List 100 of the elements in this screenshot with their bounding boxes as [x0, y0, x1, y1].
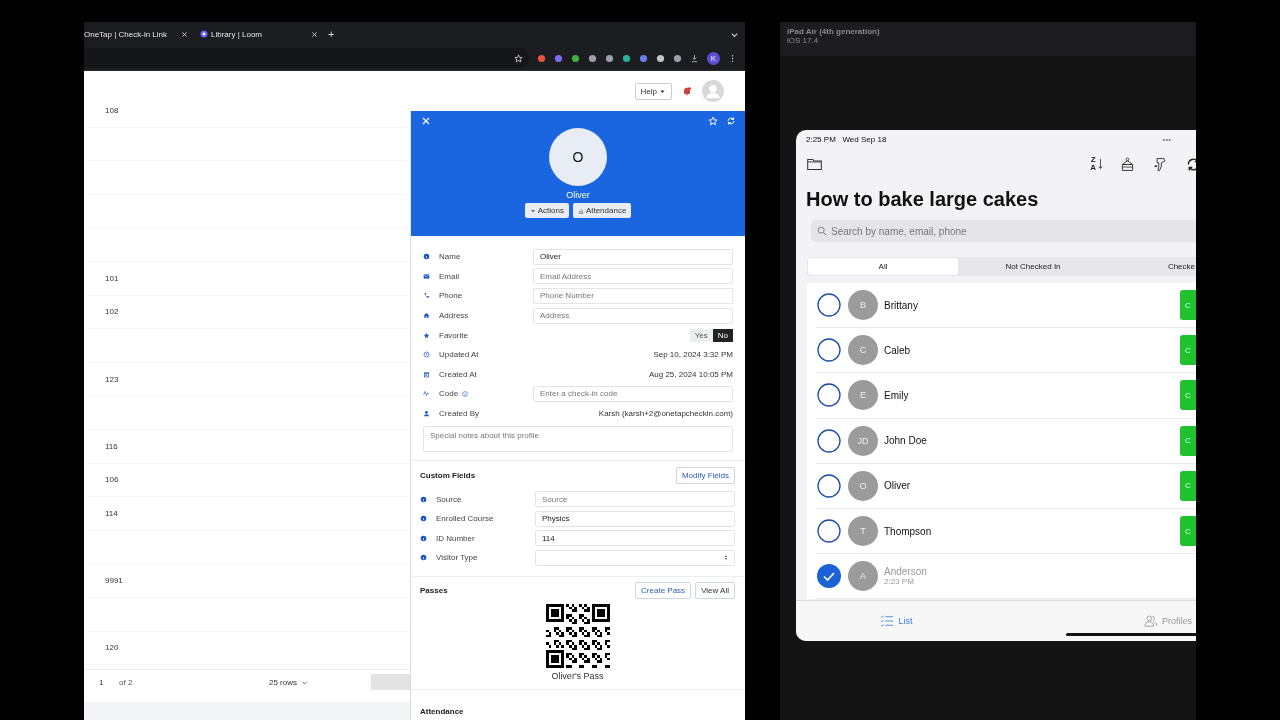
check-circle[interactable] [817, 383, 841, 408]
search-icon [817, 226, 827, 236]
field-label: Phone [439, 291, 463, 301]
person-avatar: B [848, 290, 878, 321]
segment[interactable]: Checke [1108, 258, 1195, 275]
new-tab-button[interactable]: + [322, 28, 341, 40]
table-cell: 120 [105, 643, 119, 653]
field-label: Source [436, 494, 462, 504]
toggle-option[interactable]: No [712, 328, 733, 342]
rows-per-page-select[interactable]: 25 rows [269, 677, 371, 687]
check-circle[interactable] [817, 428, 841, 453]
field-value: Aug 25, 2024 10:05 PM [648, 369, 733, 379]
input-field[interactable]: Physics [535, 510, 735, 527]
list-icon [880, 615, 895, 627]
field-value: Sep 10, 2024 3:32 PM [653, 350, 733, 360]
page-number-field[interactable]: 1 [99, 677, 119, 687]
os-version: iOS 17.4 [787, 36, 820, 45]
sort-button[interactable]: Z A [1090, 156, 1103, 172]
section-title: Passes [420, 586, 448, 596]
modify-fields-button[interactable]: Modify Fields [675, 466, 735, 484]
person-avatar: JD [848, 425, 878, 456]
tab-bar-item[interactable]: List [796, 601, 997, 641]
profile-avatar: O [549, 128, 607, 186]
input-field[interactable]: Source [535, 491, 735, 508]
home-icon [423, 312, 430, 320]
device-name: iPad Air (4th generation) [787, 27, 881, 36]
input-field[interactable]: Enter a check-in code [533, 385, 733, 402]
field-label: Name [439, 252, 461, 262]
search-field[interactable]: Search by name, email, phone [811, 220, 1196, 242]
field-label: Updated At [439, 350, 479, 360]
browser-tab[interactable]: OneTap | Check-in Link [84, 22, 192, 46]
person-name: Anderson [884, 566, 927, 578]
table-cell: 108 [105, 105, 119, 115]
info-icon [420, 534, 427, 542]
input-field[interactable]: Oliver [533, 248, 733, 265]
create-pass-button[interactable]: Create Pass [635, 582, 692, 600]
profile-name: Oliver [566, 190, 590, 200]
person-name: John Doe [884, 435, 927, 447]
check-in-time: 2:23 PM [884, 577, 915, 587]
notes-field[interactable]: Special notes about this profile [423, 426, 733, 453]
field-label: Created At [439, 369, 477, 379]
input-field[interactable]: 114 [535, 530, 735, 547]
field-label: Address [439, 311, 469, 321]
field-value: Karsh (karsh+2@onetapcheckin.com) [598, 409, 733, 419]
section-title: Attendance [420, 706, 464, 716]
person-name: Caleb [884, 344, 911, 356]
field-label: Email [439, 271, 459, 281]
info-icon [423, 253, 430, 261]
info-icon [420, 495, 427, 503]
field-label: Created By [439, 409, 480, 419]
clock-icon [423, 351, 430, 359]
bar-chart-icon [577, 207, 584, 214]
segment[interactable]: Not Checked In [958, 258, 1108, 275]
phone-icon [423, 292, 430, 300]
calendar-icon [423, 370, 430, 378]
updown-icon [724, 554, 728, 562]
field-label: Favorite [439, 330, 468, 340]
select-field[interactable] [535, 549, 735, 566]
check-circle[interactable] [817, 293, 841, 318]
check-circle[interactable] [817, 338, 841, 363]
table-cell: 116 [105, 441, 118, 451]
arrow-down-icon [1098, 158, 1103, 170]
profile-avatar[interactable]: K [707, 51, 720, 65]
star-icon [423, 331, 430, 339]
people-icon [1144, 615, 1158, 627]
view-all-button[interactable]: View All [695, 582, 735, 600]
download-icon[interactable] [690, 53, 699, 63]
kiosk-icon[interactable] [1119, 155, 1136, 173]
person-avatar: E [848, 380, 878, 411]
caret-icon [659, 87, 666, 95]
person-avatar: T [848, 516, 878, 547]
browser-tab[interactable]: Library | Loom [192, 22, 322, 46]
person-name: Thompson [884, 525, 932, 537]
input-field[interactable]: Email Address [533, 268, 733, 285]
person-name: Brittany [884, 299, 918, 311]
help-button[interactable]: Help [634, 82, 672, 100]
actions-button[interactable]: Actions [524, 203, 569, 218]
close-icon[interactable] [311, 30, 318, 38]
star-icon[interactable] [708, 116, 718, 126]
person-name: Oliver [884, 480, 911, 492]
status-time: 2:25 PM Wed Sep 18 [806, 135, 887, 144]
person-icon [423, 410, 430, 418]
table-cell: 102 [105, 307, 119, 317]
table-cell: 123 [105, 374, 119, 384]
check-circle[interactable] [817, 519, 841, 544]
input-field[interactable]: Address [533, 307, 733, 324]
attendance-button[interactable]: Attendance [572, 203, 632, 218]
bookmark-star-icon[interactable] [514, 53, 523, 63]
list-title: How to bake large cakes [806, 188, 1040, 211]
table-cell: 9991 [105, 576, 123, 586]
segment[interactable]: All [808, 258, 958, 275]
input-field[interactable]: Phone Number [533, 288, 733, 304]
close-icon[interactable] [181, 30, 188, 38]
bell-icon[interactable] [682, 86, 692, 96]
check-circle[interactable] [817, 473, 841, 498]
person-avatar: A [848, 561, 878, 592]
check-circle[interactable] [817, 564, 841, 589]
toggle-option[interactable]: Yes [689, 328, 713, 342]
pass-label: Oliver's Pass [551, 670, 604, 681]
table-cell: 101 [105, 273, 119, 283]
